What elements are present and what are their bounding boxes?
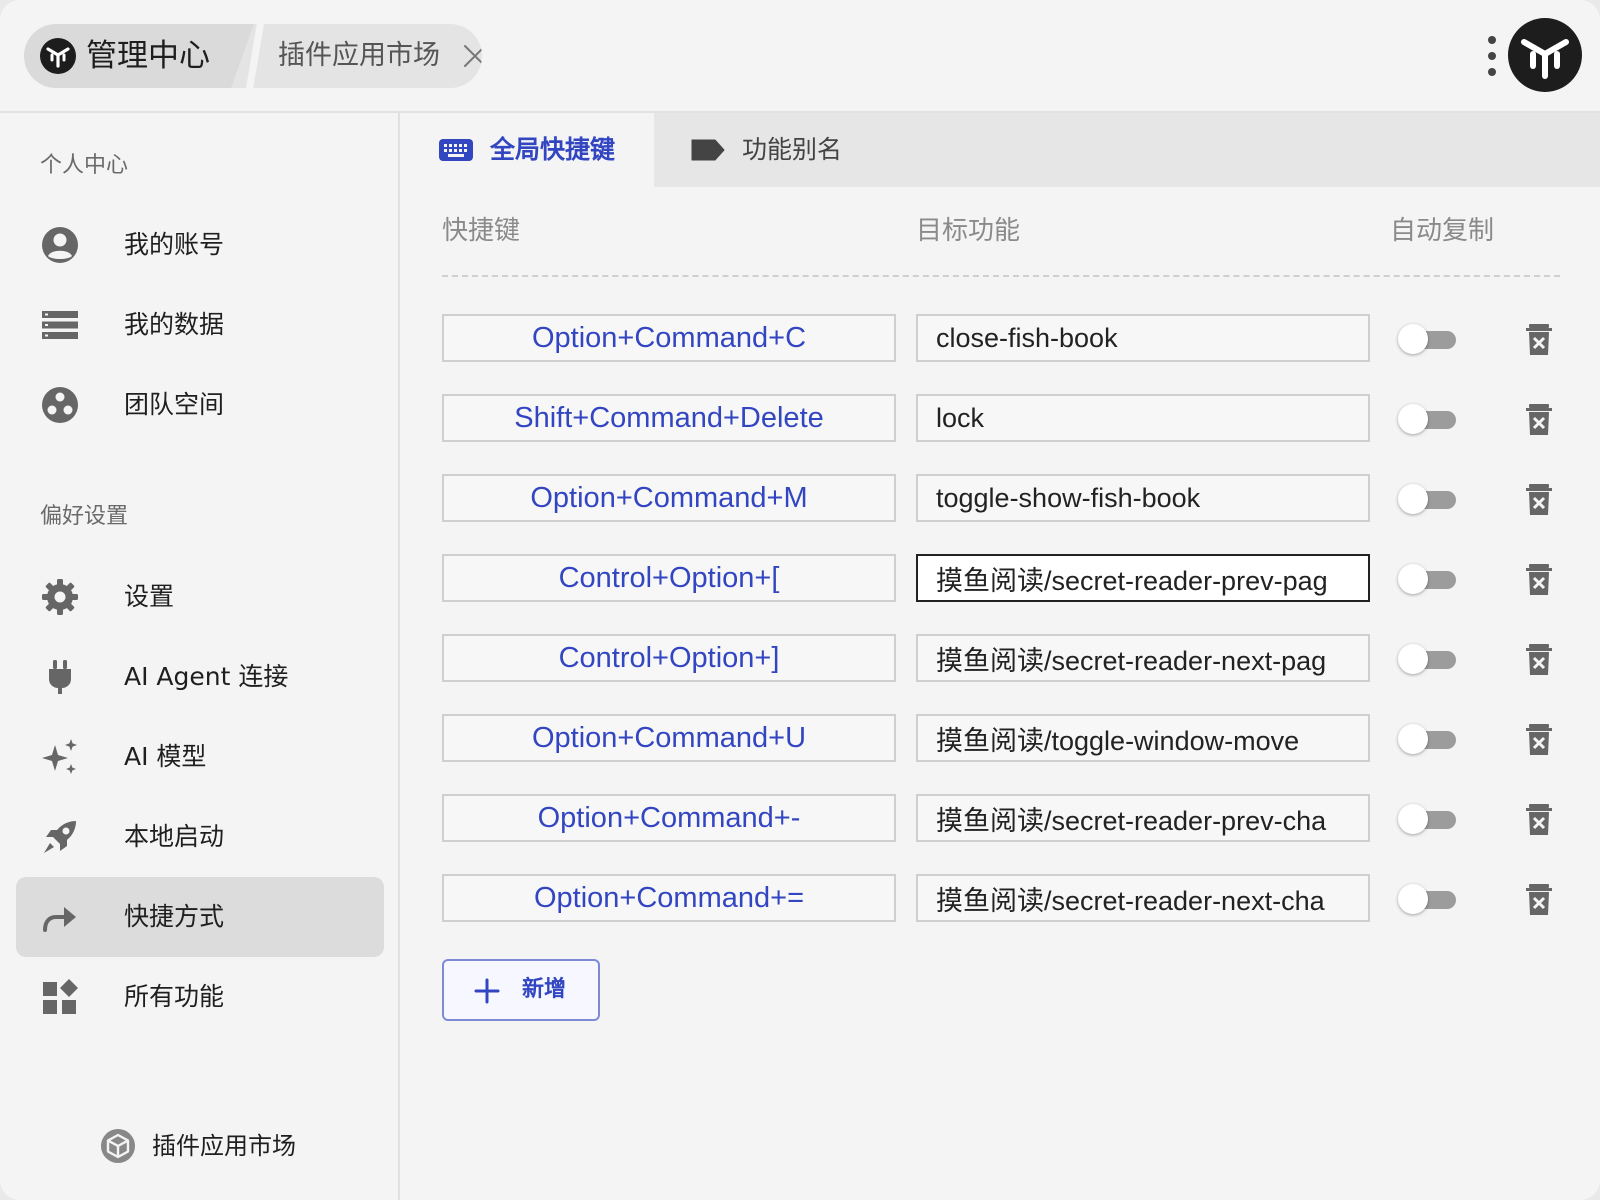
sidebar-item-label: 设置 [124,582,175,611]
auto-copy-toggle[interactable] [1398,484,1458,514]
hotkey-field[interactable]: Option+Command+- [442,794,896,842]
delete-icon[interactable] [1520,320,1558,358]
more-vertical-icon[interactable] [1484,34,1500,78]
delete-icon[interactable] [1520,640,1558,678]
cube-icon [101,1129,135,1163]
hotkey-field[interactable]: Option+Command+C [442,314,896,362]
auto-copy-toggle[interactable] [1398,564,1458,594]
sidebar-item-label: 我的数据 [124,310,225,339]
sidebar-item-account[interactable]: 我的账号 [16,205,384,285]
auto-copy-toggle[interactable] [1398,404,1458,434]
hotkey-field[interactable]: Option+Command+U [442,714,896,762]
sidebar-item-shortcuts[interactable]: 快捷方式 [16,877,384,957]
sidebar-item-all-features[interactable]: 所有功能 [16,957,384,1037]
sidebar: 个人中心 我的账号 我的数据 团队空间 偏好设置 设置 AI Agent 连接 … [0,113,400,1200]
sidebar-item-label: AI 模型 [124,742,207,771]
yuanshu-logo-icon [40,38,76,74]
sidebar-item-label: 我的账号 [124,230,225,259]
storage-list-icon [42,311,78,339]
tab-global-hotkeys[interactable]: 全局快捷键 [402,113,654,187]
sidebar-item-label: 本地启动 [124,822,225,851]
hotkey-field[interactable]: Control+Option+] [442,634,896,682]
sparkles-icon [42,739,77,774]
column-header-target: 目标功能 [916,216,1021,246]
table-row: Shift+Command+Delete [442,394,1572,444]
sidebar-item-label: AI Agent 连接 [124,662,289,691]
delete-icon[interactable] [1520,800,1558,838]
plugin-market-label: 插件应用市场 [152,1132,296,1160]
sidebar-item-ai-agent[interactable]: AI Agent 连接 [16,637,384,717]
tab-aliases-label: 功能别名 [742,135,843,164]
target-function-input[interactable] [916,474,1370,522]
keyboard-icon [439,139,473,161]
tab-aliases[interactable]: 功能别名 [654,113,914,187]
target-function-input[interactable] [916,794,1370,842]
app-window: 管理中心 插件应用市场 个人中心 我的账号 我的数据 团队空间 偏好设置 设置 … [0,0,1600,1200]
auto-copy-toggle[interactable] [1398,724,1458,754]
auto-copy-toggle[interactable] [1398,884,1458,914]
target-function-input[interactable] [916,714,1370,762]
hotkey-field[interactable]: Option+Command+= [442,874,896,922]
plug-icon [49,660,71,694]
yuanshu-brand-icon [1521,39,1569,79]
sidebar-item-label: 快捷方式 [124,902,225,931]
account-circle-icon [42,227,78,263]
gear-icon [42,579,78,615]
plugin-market-link[interactable]: 插件应用市场 [100,1126,320,1166]
team-icon [42,387,78,423]
auto-copy-toggle[interactable] [1398,804,1458,834]
target-function-input[interactable] [916,554,1370,602]
brand-logo-button[interactable] [1508,18,1582,92]
hotkey-field[interactable]: Shift+Command+Delete [442,394,896,442]
table-row: Option+Command+= [442,874,1572,924]
add-shortcut-button[interactable]: 新增 [442,959,600,1021]
rocket-icon [44,821,76,853]
header-divider [442,275,1560,277]
widgets-icon [43,979,78,1014]
section-title-personal: 个人中心 [40,153,129,178]
sidebar-item-label: 团队空间 [124,390,225,419]
delete-icon[interactable] [1520,720,1558,758]
hotkey-field[interactable]: Control+Option+[ [442,554,896,602]
title-bar: 管理中心 插件应用市场 [0,0,1600,113]
target-function-input[interactable] [916,314,1370,362]
sidebar-item-ai-model[interactable]: AI 模型 [16,717,384,797]
tab-home-label: 管理中心 [86,38,210,74]
table-row: Option+Command+- [442,794,1572,844]
hotkey-field[interactable]: Option+Command+M [442,474,896,522]
table-row: Option+Command+M [442,474,1572,524]
sidebar-item-settings[interactable]: 设置 [16,557,384,637]
column-header-hotkey: 快捷键 [442,216,521,246]
tab-plugin-market-label[interactable]: 插件应用市场 [278,24,440,88]
table-row: Option+Command+C [442,314,1572,364]
table-row: Control+Option+] [442,634,1572,684]
column-header-auto-copy: 自动复制 [1390,216,1495,246]
delete-icon[interactable] [1520,400,1558,438]
tab-bar: 管理中心 插件应用市场 [24,24,482,88]
table-row: Option+Command+U [442,714,1572,764]
sidebar-item-team[interactable]: 团队空间 [16,365,384,445]
auto-copy-toggle[interactable] [1398,324,1458,354]
plus-icon [474,978,500,1004]
label-tag-icon [691,139,725,161]
settings-tabs: 全局快捷键 功能别名 [402,113,1600,187]
delete-icon[interactable] [1520,880,1558,918]
delete-icon[interactable] [1520,560,1558,598]
sidebar-item-data[interactable]: 我的数据 [16,285,384,365]
target-function-input[interactable] [916,394,1370,442]
add-button-label: 新增 [522,977,567,1002]
target-function-input[interactable] [916,874,1370,922]
close-icon[interactable] [462,43,482,69]
section-title-preferences: 偏好设置 [40,504,129,529]
target-function-input[interactable] [916,634,1370,682]
sidebar-item-local-launch[interactable]: 本地启动 [16,797,384,877]
delete-icon[interactable] [1520,480,1558,518]
share-arrow-icon [43,907,76,932]
sidebar-item-label: 所有功能 [124,982,225,1011]
tab-global-hotkeys-label: 全局快捷键 [490,135,616,164]
tab-home[interactable]: 管理中心 [24,24,254,88]
table-row: Control+Option+[ [442,554,1572,604]
auto-copy-toggle[interactable] [1398,644,1458,674]
